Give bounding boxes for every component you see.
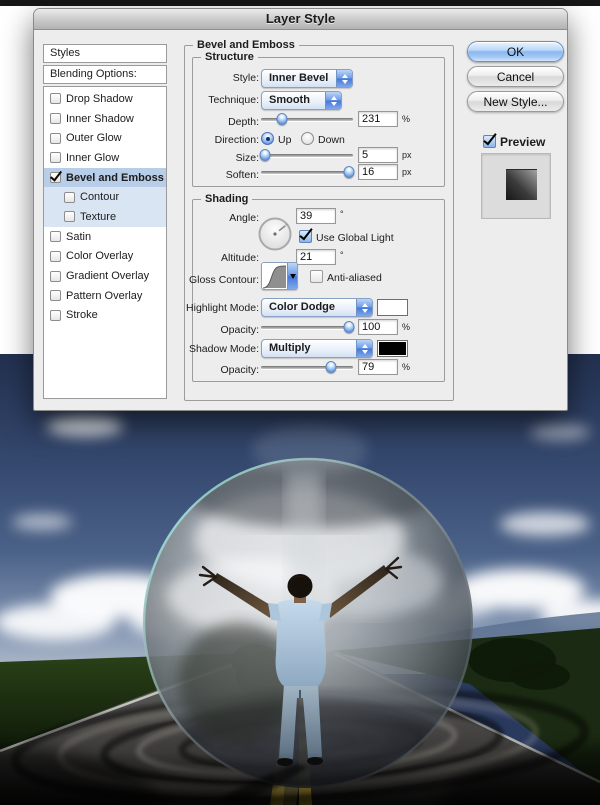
sidebar-item-inner-shadow[interactable]: Inner Shadow [44, 109, 166, 129]
sidebar-item-satin[interactable]: Satin [44, 227, 166, 247]
altitude-input[interactable] [296, 249, 336, 265]
soften-input[interactable] [358, 164, 398, 180]
shading-group: Shading Angle: ° Use Global Light Altitu… [192, 199, 445, 382]
size-slider[interactable] [261, 149, 353, 162]
gloss-contour-picker[interactable] [261, 262, 298, 290]
slider-thumb[interactable] [325, 361, 336, 373]
sidebar-item-bevel-and-emboss[interactable]: Bevel and Emboss [44, 168, 166, 188]
angle-input[interactable] [296, 208, 336, 224]
sidebar-item-color-overlay[interactable]: Color Overlay [44, 247, 166, 267]
gloss-contour-label: Gloss Contour: [167, 274, 259, 286]
sidebar-item-outer-glow[interactable]: Outer Glow [44, 128, 166, 148]
cancel-button[interactable]: Cancel [467, 66, 564, 87]
sidebar-item-inner-glow[interactable]: Inner Glow [44, 148, 166, 168]
opacity-highlight-label: Opacity: [167, 324, 259, 336]
shadow-opacity-slider[interactable] [261, 361, 353, 374]
highlight-color-swatch[interactable] [377, 299, 408, 316]
shadow-color-swatch[interactable] [377, 340, 408, 357]
style-label: Style: [167, 72, 259, 84]
top-window-edge [0, 0, 600, 6]
style-select[interactable]: Inner Bevel [261, 69, 353, 88]
highlight-opacity-input[interactable] [358, 319, 398, 335]
soften-label: Soften: [167, 169, 259, 181]
checkbox-icon[interactable] [50, 231, 61, 242]
direction-up-radio[interactable] [261, 132, 274, 145]
bevel-and-emboss-panel: Bevel and Emboss Structure Style: Inner … [184, 45, 454, 401]
styles-list: Drop Shadow Inner Shadow Outer Glow Inne… [43, 86, 167, 399]
checkbox-icon[interactable] [50, 113, 61, 124]
sidebar-item-texture[interactable]: Texture [44, 207, 166, 227]
technique-select[interactable]: Smooth [261, 91, 342, 110]
preview-checkbox[interactable] [483, 135, 496, 148]
styles-panel-header: Styles [43, 44, 167, 63]
preview-thumbnail [506, 169, 537, 200]
highlight-mode-label: Highlight Mode: [167, 302, 259, 314]
use-global-light-checkbox[interactable] [299, 230, 312, 243]
popup-arrows-icon [325, 92, 341, 109]
checkbox-icon[interactable] [64, 192, 75, 203]
sidebar-item-contour[interactable]: Contour [44, 187, 166, 207]
photo-art [0, 354, 600, 805]
anti-aliased-checkbox[interactable] [310, 270, 323, 283]
slider-thumb[interactable] [344, 166, 355, 178]
checkbox-icon[interactable] [50, 290, 61, 301]
sidebar-item-stroke[interactable]: Stroke [44, 306, 166, 326]
shadow-mode-select[interactable]: Multiply [261, 339, 373, 358]
shadow-mode-label: Shadow Mode: [167, 343, 259, 355]
technique-label: Technique: [167, 94, 259, 106]
slider-thumb[interactable] [277, 113, 288, 125]
popup-arrows-icon [356, 299, 372, 316]
size-label: Size: [167, 152, 259, 164]
window-title: Layer Style [34, 9, 567, 30]
size-input[interactable] [358, 147, 398, 163]
checkbox-icon[interactable] [50, 310, 61, 321]
layer-style-dialog: Layer Style Styles Blending Options: Def… [33, 8, 568, 411]
new-style-button[interactable]: New Style... [467, 91, 564, 112]
sidebar-item-gradient-overlay[interactable]: Gradient Overlay [44, 266, 166, 286]
depth-input[interactable] [358, 111, 398, 127]
depth-slider[interactable] [261, 113, 353, 126]
sidebar-item-drop-shadow[interactable]: Drop Shadow [44, 89, 166, 109]
altitude-label: Altitude: [167, 252, 259, 264]
checkbox-icon[interactable] [50, 251, 61, 262]
checkbox-icon[interactable] [50, 133, 61, 144]
highlight-mode-select[interactable]: Color Dodge [261, 298, 373, 317]
contour-curve-thumbnail [262, 263, 287, 289]
popup-arrows-icon [336, 70, 352, 87]
panel-title: Bevel and Emboss [193, 39, 299, 51]
preview-label: Preview [500, 135, 545, 149]
soften-slider[interactable] [261, 166, 353, 179]
angle-dial[interactable] [257, 216, 293, 252]
popup-arrows-icon [356, 340, 372, 357]
direction-label: Direction: [167, 134, 259, 146]
ok-button[interactable]: OK [467, 41, 564, 62]
background-photo [0, 354, 600, 805]
checkbox-icon[interactable] [50, 271, 61, 282]
highlight-opacity-slider[interactable] [261, 321, 353, 334]
slider-thumb[interactable] [344, 321, 355, 333]
direction-down-radio[interactable] [301, 132, 314, 145]
slider-thumb[interactable] [259, 149, 270, 161]
angle-label: Angle: [167, 212, 259, 224]
checkbox-icon[interactable] [50, 152, 61, 163]
depth-label: Depth: [167, 116, 259, 128]
checkbox-icon[interactable] [64, 211, 75, 222]
structure-group: Structure Style: Inner Bevel Technique: … [192, 57, 445, 187]
dropdown-arrow-icon [287, 263, 297, 289]
opacity-shadow-label: Opacity: [167, 364, 259, 376]
checkbox-icon[interactable] [50, 93, 61, 104]
shadow-opacity-input[interactable] [358, 359, 398, 375]
checkbox-checked-icon[interactable] [50, 172, 61, 183]
sidebar-item-blending-options[interactable]: Blending Options: Default [43, 65, 167, 84]
preview-thumbnail-well [481, 153, 551, 219]
sidebar-item-pattern-overlay[interactable]: Pattern Overlay [44, 286, 166, 306]
